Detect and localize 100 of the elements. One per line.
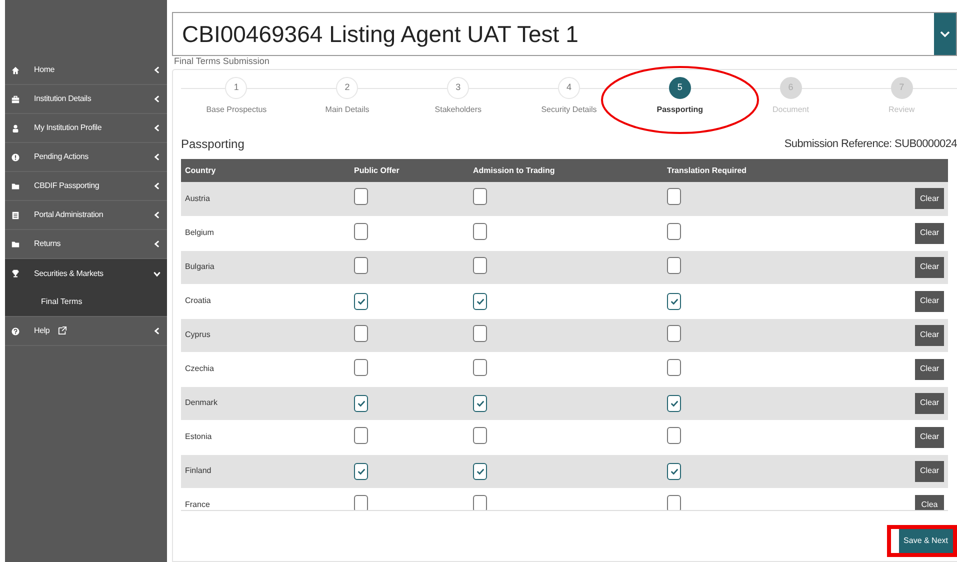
checkbox[interactable] <box>354 256 368 274</box>
table-cell: Czechia <box>181 352 350 386</box>
sidebar-item[interactable]: Help <box>5 317 167 346</box>
checkbox[interactable] <box>354 494 368 510</box>
column-header: Public Offer <box>350 159 469 182</box>
step-circle[interactable]: 4 <box>558 77 580 99</box>
check-icon <box>670 296 678 306</box>
chevron-left-icon <box>153 211 161 219</box>
checkbox[interactable] <box>667 292 681 310</box>
step-label: Security Details <box>541 104 597 116</box>
clear-button[interactable]: Clear <box>915 188 944 210</box>
checkbox[interactable] <box>354 358 368 376</box>
clear-button[interactable]: Clear <box>915 290 944 312</box>
sidebar-item[interactable]: Securities & Markets <box>5 259 167 288</box>
checkbox[interactable] <box>473 222 487 240</box>
clear-button[interactable]: Clear <box>915 426 944 448</box>
table-cell: Croatia <box>181 284 350 318</box>
step-label: Document <box>772 104 809 116</box>
briefcase-icon <box>11 94 20 104</box>
check-icon <box>476 398 484 408</box>
page-subtitle: Final Terms Submission <box>174 56 270 66</box>
table-cell: Denmark <box>181 386 350 420</box>
sidebar-item[interactable]: Portal Administration <box>5 201 167 230</box>
sidebar-item[interactable]: Institution Details <box>5 85 167 114</box>
table-cell: Austria <box>181 182 350 216</box>
table-cell: Belgium <box>181 216 350 250</box>
checkbox[interactable] <box>473 426 487 444</box>
checkbox[interactable] <box>667 222 681 240</box>
chevron-left-icon <box>153 153 161 161</box>
checkbox[interactable] <box>354 188 368 206</box>
checkbox[interactable] <box>473 292 487 310</box>
checkbox[interactable] <box>354 426 368 444</box>
check-icon <box>476 296 484 306</box>
checkbox[interactable] <box>667 188 681 206</box>
submission-reference: Submission Reference: SUB0000024 <box>784 136 957 152</box>
step-label: Main Details <box>325 104 370 116</box>
sidebar-item[interactable]: CBDIF Passporting <box>5 172 167 201</box>
checkbox[interactable] <box>473 462 487 480</box>
table-cell: France <box>181 488 350 510</box>
check-icon <box>670 398 678 408</box>
checkbox[interactable] <box>667 358 681 376</box>
sidebar-item[interactable]: Pending Actions <box>5 143 167 172</box>
checkbox[interactable] <box>667 462 681 480</box>
save-next-button[interactable]: Save & Next <box>898 529 953 553</box>
check-icon <box>356 296 366 306</box>
column-header: Admission to Trading <box>469 159 663 182</box>
clear-button[interactable]: Clea <box>915 494 944 510</box>
step-label: Passporting <box>656 104 703 116</box>
checkbox[interactable] <box>354 324 368 342</box>
chevron-left-icon <box>153 66 161 74</box>
checkbox[interactable] <box>473 256 487 274</box>
help-icon <box>11 326 20 336</box>
table-cell: Bulgaria <box>181 250 350 284</box>
step-label: Review <box>888 104 915 116</box>
user-icon <box>11 124 20 132</box>
clear-button[interactable]: Clear <box>915 460 944 482</box>
home-icon <box>11 66 20 74</box>
table-cell: Cyprus <box>181 318 350 352</box>
checkbox[interactable] <box>473 394 487 412</box>
chevron-left-icon <box>153 124 161 132</box>
chevron-left-icon <box>153 327 161 335</box>
check-icon <box>356 466 366 476</box>
check-icon <box>476 466 484 476</box>
alert-icon <box>11 152 20 162</box>
step-circle[interactable]: 3 <box>447 77 470 99</box>
clear-button[interactable]: Clear <box>915 392 944 414</box>
table-cell: Finland <box>181 454 350 488</box>
checkbox[interactable] <box>354 292 368 310</box>
checkbox[interactable] <box>667 324 681 342</box>
list-icon <box>11 210 20 220</box>
clear-button[interactable]: Clear <box>915 324 944 346</box>
clear-button[interactable]: Clear <box>915 222 944 244</box>
checkbox[interactable] <box>354 394 368 412</box>
checkbox[interactable] <box>354 462 368 480</box>
checkbox[interactable] <box>473 188 487 206</box>
step-circle[interactable]: 2 <box>336 77 358 99</box>
chevron-left-icon <box>153 95 161 103</box>
sidebar-item[interactable]: My Institution Profile <box>5 114 167 143</box>
checkbox[interactable] <box>667 494 681 510</box>
chevron-down-icon <box>153 270 161 278</box>
chevron-left-icon <box>153 240 161 248</box>
sidebar-subitem[interactable]: Final Terms <box>5 288 167 317</box>
checkbox[interactable] <box>667 256 681 274</box>
chevron-left-icon <box>153 182 161 190</box>
table-cell: Estonia <box>181 420 350 454</box>
checkbox[interactable] <box>667 426 681 444</box>
checkbox[interactable] <box>667 394 681 412</box>
clear-button[interactable]: Clear <box>915 256 944 278</box>
clear-button[interactable]: Clear <box>915 358 944 380</box>
checkbox[interactable] <box>473 494 487 510</box>
checkbox[interactable] <box>354 222 368 240</box>
folder-icon <box>11 182 20 190</box>
step-circle[interactable]: 5 <box>668 77 691 99</box>
checkbox[interactable] <box>473 358 487 376</box>
sidebar-item[interactable]: Home <box>5 56 167 85</box>
checkbox[interactable] <box>473 324 487 342</box>
step-circle[interactable]: 1 <box>225 77 248 99</box>
column-header: Translation Required <box>663 159 911 182</box>
column-header: Country <box>181 159 350 182</box>
step-label: Stakeholders <box>434 104 482 116</box>
